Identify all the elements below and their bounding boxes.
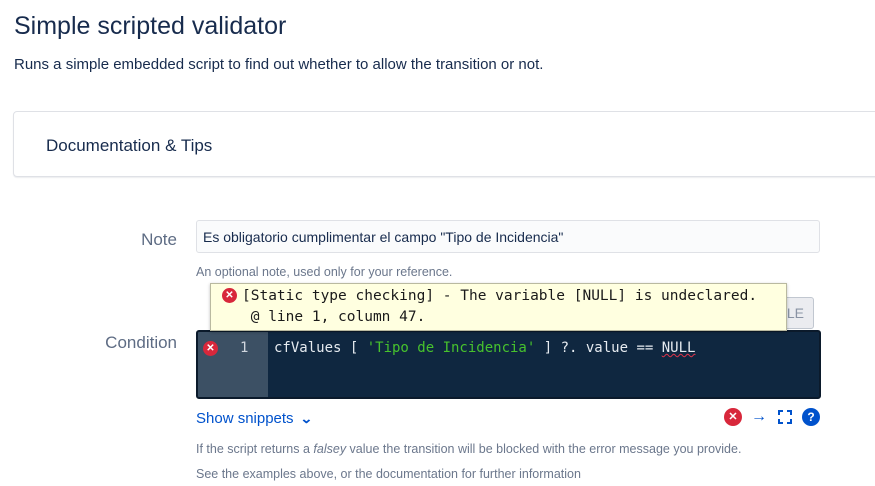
documentation-panel-title[interactable]: Documentation & Tips xyxy=(46,136,212,156)
code-token-middle: ] ?. value == xyxy=(535,340,662,356)
code-line[interactable]: cfValues [ 'Tipo de Incidencia' ] ?. val… xyxy=(274,340,695,356)
help-prefix: If the script returns a xyxy=(196,442,314,456)
show-snippets-link[interactable]: Show snippets ⌄ xyxy=(196,410,313,427)
arrow-right-icon[interactable]: → xyxy=(750,408,768,426)
fullscreen-icon[interactable] xyxy=(776,408,794,426)
code-token-string: 'Tipo de Incidencia' xyxy=(366,340,536,356)
error-icon: ✕ xyxy=(222,288,237,303)
page-title: Simple scripted validator xyxy=(14,12,287,40)
tooltip-message: [Static type checking] - The variable [N… xyxy=(242,288,758,304)
editor-gutter: ✕ 1 xyxy=(198,332,268,397)
help-icon[interactable]: ? xyxy=(802,408,820,426)
tooltip-location: @ line 1, column 47. xyxy=(242,309,426,325)
documentation-panel[interactable]: Documentation & Tips xyxy=(13,111,875,177)
page-description: Runs a simple embedded script to find ou… xyxy=(14,56,544,73)
code-token-error: NULL xyxy=(661,340,696,356)
show-snippets-label: Show snippets xyxy=(196,410,294,427)
condition-code-editor[interactable]: ✕ 1 cfValues [ 'Tipo de Incidencia' ] ?.… xyxy=(196,330,821,399)
error-icon[interactable]: ✕ xyxy=(724,408,742,426)
condition-help-text: If the script returns a falsey value the… xyxy=(196,442,741,456)
note-help-text: An optional note, used only for your ref… xyxy=(196,265,453,279)
note-input[interactable] xyxy=(196,220,820,253)
error-marker-icon[interactable]: ✕ xyxy=(203,341,218,356)
condition-label: Condition xyxy=(105,333,177,352)
code-token-prefix: cfValues [ xyxy=(274,340,367,356)
line-number: 1 xyxy=(240,340,249,356)
chevron-down-double-icon: ⌄ xyxy=(299,411,313,426)
help-emphasis: falsey xyxy=(313,442,347,456)
condition-help-text-2: See the examples above, or the documenta… xyxy=(196,467,581,481)
help-suffix: value the transition will be blocked wit… xyxy=(346,442,742,456)
note-label: Note xyxy=(141,230,177,249)
error-tooltip: ✕ [Static type checking] - The variable … xyxy=(210,283,787,331)
